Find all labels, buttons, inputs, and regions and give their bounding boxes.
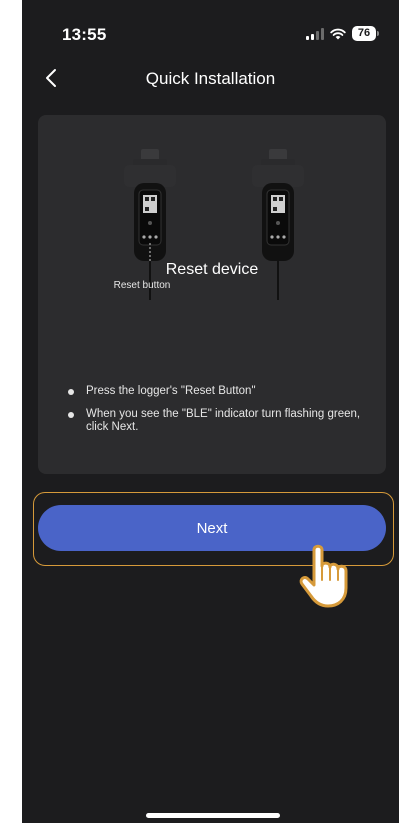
- wifi-icon: [330, 28, 346, 39]
- battery-icon: 76: [352, 26, 379, 41]
- signal-icon: [306, 27, 324, 40]
- status-bar: 13:55 76: [22, 0, 399, 60]
- status-icons: 76: [306, 26, 379, 41]
- app-screen: 13:55 76 Quick Installation Reset button…: [22, 0, 399, 823]
- list-item: When you see the "BLE" indicator turn fl…: [68, 408, 368, 434]
- pointing-hand-icon: [299, 544, 348, 608]
- nav-bar: Quick Installation: [22, 60, 399, 100]
- reset-button-label: Reset button: [114, 280, 171, 291]
- home-indicator: [146, 813, 280, 818]
- instruction-list: Press the logger's "Reset Button" When y…: [68, 385, 368, 444]
- battery-level: 76: [352, 26, 376, 41]
- instruction-card: Reset button Reset device Press the logg…: [38, 115, 386, 474]
- list-item: Press the logger's "Reset Button": [68, 385, 368, 398]
- card-title: Reset device: [165, 261, 259, 278]
- status-time: 13:55: [62, 25, 107, 44]
- page-title: Quick Installation: [145, 69, 276, 88]
